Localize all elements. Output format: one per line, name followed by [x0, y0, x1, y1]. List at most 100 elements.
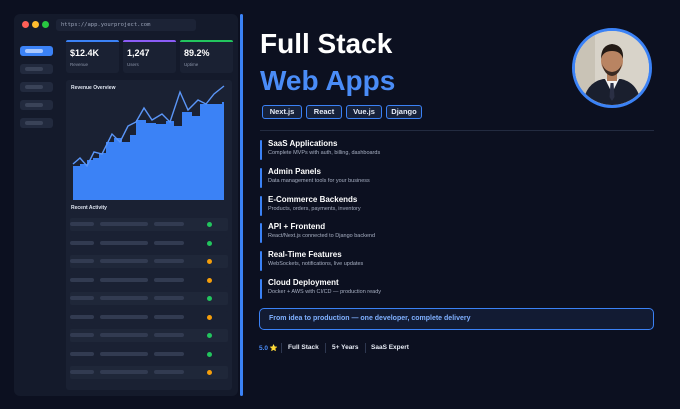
sidebar-item[interactable]	[20, 64, 53, 74]
sidebar-item[interactable]	[20, 118, 53, 128]
activity-cell-placeholder	[100, 351, 148, 356]
activity-cell-placeholder	[100, 333, 148, 337]
status-dot-icon	[207, 277, 212, 283]
activity-cell-placeholder	[100, 296, 148, 300]
profile-photo	[575, 31, 649, 105]
activity-cell-placeholder	[154, 333, 184, 337]
activity-cell-placeholder	[70, 351, 94, 356]
activity-cell-placeholder	[100, 277, 148, 282]
address-bar[interactable]: https://app.yourproject.com	[56, 19, 196, 31]
stat-value: 89.2%	[184, 48, 210, 58]
activity-cell-placeholder	[70, 314, 94, 319]
stat-separator	[281, 343, 282, 353]
activity-cell-placeholder	[154, 351, 184, 356]
stat-accent-bar	[180, 40, 233, 42]
tag-django: Django	[386, 105, 422, 119]
activity-title: Recent Activity	[71, 205, 107, 211]
activity-cell-placeholder	[100, 259, 148, 263]
activity-cell-placeholder	[100, 370, 148, 374]
activity-cell-placeholder	[154, 296, 184, 300]
revenue-chart-panel: Revenue Overview	[66, 80, 232, 206]
status-dot-icon	[207, 222, 212, 227]
feature-description: Data management tools for your business	[268, 178, 370, 184]
activity-cell-placeholder	[100, 222, 148, 226]
feature-description: Complete MVPs with auth, billing, dashbo…	[268, 150, 381, 156]
feature-accent	[260, 223, 262, 243]
status-dot-icon	[207, 351, 212, 357]
sidebar-item[interactable]	[20, 100, 53, 110]
minimize-dot-icon[interactable]	[32, 21, 39, 28]
feature-ecommerce: E-Commerce Backends Products, orders, pa…	[260, 195, 650, 217]
hero-title-line1: Full Stack	[260, 28, 393, 59]
activity-cell-placeholder	[70, 370, 94, 374]
rating-stat: 5.0 ⭐	[259, 345, 278, 352]
status-dot-icon	[207, 314, 212, 320]
stat-accent-bar	[123, 40, 176, 42]
maximize-dot-icon[interactable]	[42, 21, 49, 28]
activity-cell-placeholder	[154, 370, 184, 374]
full-stack-stat: Full Stack	[288, 344, 319, 351]
stat-value: $12.4K	[70, 48, 100, 58]
experience-stat: 5+ Years	[332, 344, 359, 351]
activity-row[interactable]	[70, 218, 228, 231]
activity-row[interactable]	[70, 273, 228, 287]
activity-row[interactable]	[70, 329, 228, 342]
sidebar-item-placeholder	[25, 49, 43, 53]
activity-cell-placeholder	[154, 314, 184, 319]
hero-title-line2: Web Apps	[260, 65, 396, 96]
feature-realtime: Real-Time Features WebSockets, notificat…	[260, 250, 650, 272]
tag-react: React	[306, 105, 342, 119]
activity-cell-placeholder	[154, 240, 184, 245]
close-dot-icon[interactable]	[22, 21, 29, 28]
activity-row[interactable]	[70, 310, 228, 324]
browser-titlebar: https://app.yourproject.com	[14, 14, 238, 36]
status-dot-icon	[207, 333, 212, 338]
activity-cell-placeholder	[154, 222, 184, 226]
feature-title: API + Frontend	[268, 222, 326, 231]
stat-card-users: 1,247 Users	[123, 40, 176, 73]
sidebar-item-placeholder	[25, 85, 43, 89]
feature-title: E-Commerce Backends	[268, 195, 358, 204]
activity-cell-placeholder	[70, 222, 94, 226]
stat-card-revenue: $12.4K Revenue	[66, 40, 119, 73]
sidebar-item-placeholder	[25, 121, 43, 125]
avatar	[572, 28, 652, 108]
feature-title: Cloud Deployment	[268, 278, 339, 287]
activity-row[interactable]	[70, 347, 228, 361]
tag-vuejs: Vue.js	[346, 105, 382, 119]
feature-description: Products, orders, payments, inventory	[268, 206, 361, 212]
activity-cell-placeholder	[154, 259, 184, 263]
activity-cell-placeholder	[70, 240, 94, 245]
expertise-stat: SaaS Expert	[371, 344, 409, 351]
activity-row[interactable]	[70, 366, 228, 379]
activity-cell-placeholder	[100, 240, 148, 245]
sidebar-item[interactable]	[20, 82, 53, 92]
stat-label: Revenue	[70, 62, 89, 67]
feature-description: React/Next.js connected to Django backen…	[268, 233, 376, 239]
tagline-banner: From idea to production — one developer,…	[259, 308, 654, 330]
feature-accent	[260, 140, 262, 160]
tag-nextjs: Next.js	[262, 105, 302, 119]
section-divider	[260, 130, 654, 131]
status-dot-icon	[207, 296, 212, 301]
activity-row[interactable]	[70, 292, 228, 305]
feature-title: Admin Panels	[268, 167, 321, 176]
feature-title: SaaS Applications	[268, 139, 338, 148]
feature-description: WebSockets, notifications, live updates	[268, 261, 364, 267]
activity-row[interactable]	[70, 255, 228, 268]
activity-cell-placeholder	[70, 333, 94, 337]
stat-label: Users	[127, 62, 139, 67]
feature-api-frontend: API + Frontend React/Next.js connected t…	[260, 222, 650, 244]
feature-accent	[260, 279, 262, 299]
feature-admin-panels: Admin Panels Data management tools for y…	[260, 167, 650, 189]
feature-cloud-deployment: Cloud Deployment Docker + AWS with CI/CD…	[260, 278, 650, 300]
status-dot-icon	[207, 370, 212, 375]
activity-row[interactable]	[70, 236, 228, 250]
activity-cell-placeholder	[70, 259, 94, 263]
feature-title: Real-Time Features	[268, 250, 342, 259]
sidebar-item-placeholder	[25, 67, 43, 71]
activity-cell-placeholder	[100, 314, 148, 319]
feature-saas: SaaS Applications Complete MVPs with aut…	[260, 139, 650, 161]
feature-accent	[260, 168, 262, 188]
sidebar-item-dashboard[interactable]	[20, 46, 53, 56]
